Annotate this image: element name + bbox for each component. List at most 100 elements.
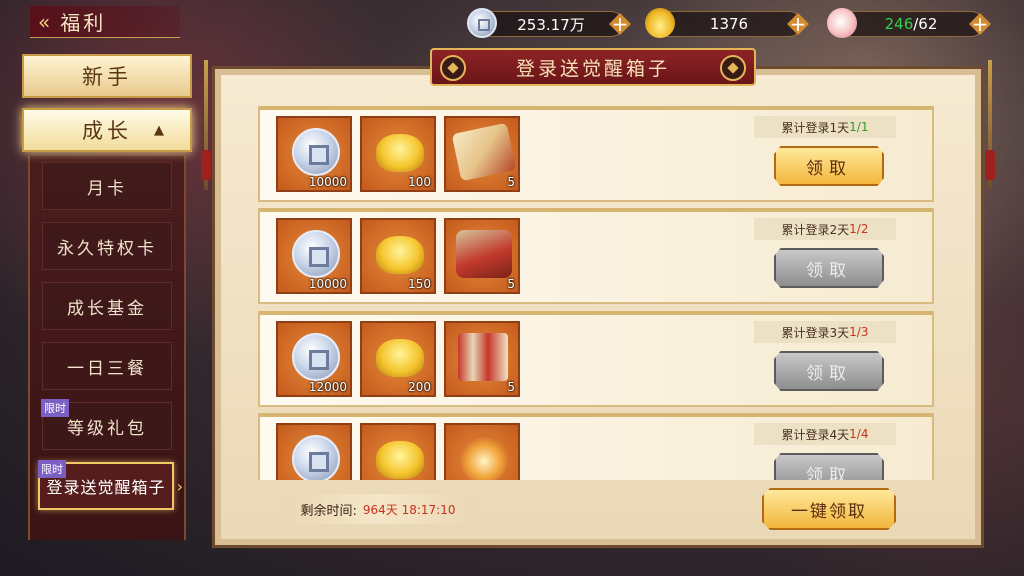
remaining-time: 剩余时间: 964天 18:17:10 — [282, 494, 474, 524]
submenu-item-login-box[interactable]: 限时 登录送觉醒箱子 › — [38, 460, 183, 510]
ornament-icon — [720, 55, 746, 81]
painting-scroll-icon — [458, 333, 508, 381]
reward-item[interactable]: 12000 — [276, 321, 352, 397]
scroll-icon — [451, 122, 517, 182]
double-chevron-left-icon: « — [38, 9, 51, 34]
gold-ingot-icon — [376, 236, 424, 274]
claim-button-disabled[interactable]: 领取 — [774, 351, 884, 391]
reward-qty: 5 — [507, 175, 515, 189]
claim-button-disabled[interactable]: 领取 — [774, 248, 884, 288]
reward-item[interactable]: 150 — [360, 218, 436, 294]
condition-text: 累计登录1天 — [781, 120, 850, 135]
reward-qty: 100 — [408, 175, 431, 189]
reward-row: 10000 100 5 累计登录1天 1/1 领取 — [258, 106, 934, 202]
silver-coin-icon — [292, 230, 340, 278]
menu-tab-label: 成长 — [82, 119, 132, 143]
silver-coin-icon — [292, 128, 340, 176]
back-button[interactable]: « 福利 — [30, 6, 180, 38]
reward-item[interactable]: 5 — [444, 321, 520, 397]
claim-button-label: 领取 — [806, 260, 852, 281]
stamina-display: 246/62 + — [827, 8, 991, 38]
chevron-right-icon: › — [176, 476, 184, 496]
login-condition: 累计登录3天 1/3 — [754, 321, 896, 343]
reward-item[interactable] — [360, 423, 436, 480]
claim-button-label: 领取 — [806, 465, 852, 481]
progress-text: 1/2 — [849, 222, 869, 236]
timer-value: 964天 18:17:10 — [362, 502, 456, 517]
submenu-item-monthly-card[interactable]: 月卡 — [42, 162, 172, 210]
condition-text: 累计登录4天 — [781, 427, 850, 442]
gold-ingot-icon — [645, 8, 675, 38]
submenu-item-label: 一日三餐 — [67, 358, 147, 379]
decor-tassel-right — [985, 150, 995, 180]
reward-qty: 10000 — [308, 175, 347, 189]
progress-text: 1/4 — [849, 427, 869, 441]
stamina-max: /62 — [913, 15, 938, 33]
reward-qty: 150 — [408, 277, 431, 291]
row-divider — [260, 106, 932, 110]
submenu-item-growth-fund[interactable]: 成长基金 — [42, 282, 172, 330]
reward-qty: 5 — [507, 380, 515, 394]
peach-icon — [827, 8, 857, 38]
claim-all-label: 一键领取 — [791, 501, 867, 522]
timer-label: 剩余时间: — [300, 503, 357, 519]
reward-item[interactable]: 100 — [360, 116, 436, 192]
silver-coin-icon — [467, 8, 497, 38]
reward-list[interactable]: 10000 100 5 累计登录1天 1/1 领取 10000 150 5 累计… — [258, 106, 934, 480]
reward-qty: 12000 — [308, 380, 347, 394]
reward-row: 累计登录4天 1/4 领取 — [258, 413, 934, 480]
login-condition: 累计登录2天 1/2 — [754, 218, 896, 240]
gold-ingot-icon — [376, 441, 424, 479]
menu-tab-growth[interactable]: 成长 ▲ — [22, 108, 192, 152]
row-divider — [260, 208, 932, 212]
claim-button-disabled[interactable]: 领取 — [774, 453, 884, 480]
chevron-up-icon: ▲ — [154, 122, 168, 138]
page-title: 福利 — [60, 11, 107, 35]
progress-text: 1/1 — [849, 120, 869, 134]
reward-row: 10000 150 5 累计登录2天 1/2 领取 — [258, 208, 934, 304]
reward-qty: 200 — [408, 380, 431, 394]
limited-time-badge: 限时 — [38, 460, 66, 478]
claim-button[interactable]: 领取 — [774, 146, 884, 186]
condition-text: 累计登录2天 — [781, 222, 850, 237]
submenu-item-label: 成长基金 — [67, 298, 147, 319]
submenu-item-permanent-card[interactable]: 永久特权卡 — [42, 222, 172, 270]
silver-currency-display: 253.17万 + — [467, 8, 631, 38]
claim-all-button[interactable]: 一键领取 — [762, 488, 896, 530]
login-condition: 累计登录1天 1/1 — [754, 116, 896, 138]
menu-tab-newbie[interactable]: 新手 — [22, 54, 192, 98]
submenu-item-label: 月卡 — [87, 178, 127, 199]
condition-text: 累计登录3天 — [781, 325, 850, 340]
stamina-current: 246 — [884, 15, 914, 33]
decor-tassel-left — [201, 150, 211, 180]
reward-qty: 10000 — [308, 277, 347, 291]
reward-item[interactable]: 5 — [444, 116, 520, 192]
limited-time-badge: 限时 — [41, 399, 69, 417]
login-condition: 累计登录4天 1/4 — [754, 423, 896, 445]
gold-ingot-icon — [376, 339, 424, 377]
reward-item[interactable]: 10000 — [276, 218, 352, 294]
reward-qty: 5 — [507, 277, 515, 291]
submenu-item-level-pack[interactable]: 限时 等级礼包 — [41, 399, 172, 450]
reward-row: 12000 200 5 累计登录3天 1/3 领取 — [258, 311, 934, 407]
menu-tab-label: 新手 — [82, 65, 132, 89]
reward-item[interactable]: 5 — [444, 218, 520, 294]
row-divider — [260, 311, 932, 315]
claim-button-label: 领取 — [806, 363, 852, 384]
gold-currency-display: 1376 + — [645, 8, 809, 38]
ornament-icon — [440, 55, 466, 81]
progress-text: 1/3 — [849, 325, 869, 339]
reward-item[interactable] — [276, 423, 352, 480]
gold-ingot-icon — [376, 134, 424, 172]
silver-coin-icon — [292, 333, 340, 381]
claim-button-label: 领取 — [806, 158, 852, 179]
submenu-item-label: 等级礼包 — [67, 418, 147, 439]
reward-item[interactable]: 200 — [360, 321, 436, 397]
lamp-icon — [460, 435, 508, 480]
reward-item[interactable]: 10000 — [276, 116, 352, 192]
reward-item[interactable] — [444, 423, 520, 480]
submenu-item-three-meals[interactable]: 一日三餐 — [42, 342, 172, 390]
gold-value: 1376 — [709, 15, 749, 33]
map-scroll-icon — [456, 230, 512, 278]
panel-title: 登录送觉醒箱子 — [430, 48, 756, 86]
